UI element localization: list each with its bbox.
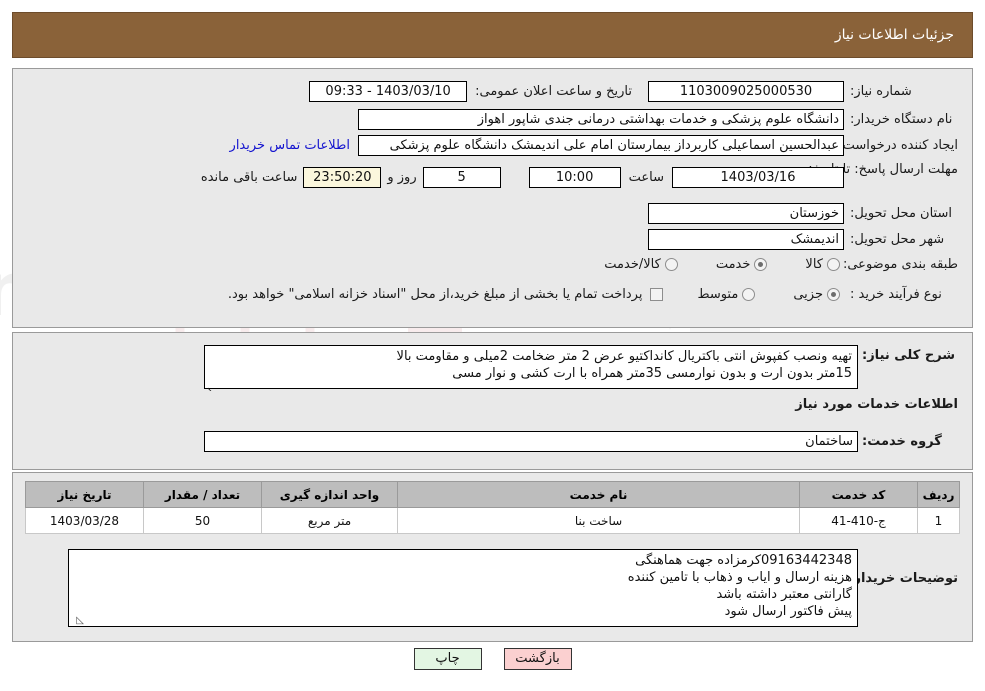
service-group-value: ساختمان bbox=[204, 431, 858, 452]
countdown-value: 23:50:20 bbox=[303, 167, 382, 188]
description-resize-grip[interactable]: ◺ bbox=[208, 379, 220, 391]
description-textarea[interactable]: تهیه ونصب کفپوش انتی باکتریال کانداکتیو … bbox=[204, 345, 858, 389]
page-title: جزئیات اطلاعات نیاز bbox=[834, 27, 954, 43]
section-title-row: اطلاعات خدمات مورد نیاز bbox=[795, 397, 958, 412]
radio-kala[interactable] bbox=[827, 258, 840, 271]
days-remaining-value: 5 bbox=[422, 167, 501, 188]
deadline-label: مهلت ارسال پاسخ: تا تاریخ: bbox=[808, 162, 958, 177]
service-info-panel: شرح کلی نیاز: تهیه ونصب کفپوش انتی باکتر… bbox=[12, 332, 973, 470]
radio-motavaset[interactable] bbox=[742, 288, 756, 301]
city-label: شهر محل تحویل: bbox=[850, 232, 945, 247]
col-need-date: تاریخ نیاز bbox=[25, 481, 144, 508]
radio-jozei[interactable] bbox=[827, 288, 840, 301]
service-group-label: گروه خدمت: bbox=[862, 434, 942, 449]
process-option-jozei[interactable]: جزیی bbox=[789, 287, 840, 302]
col-unit: واحد اندازه گیری bbox=[261, 481, 398, 508]
announce-value: 1403/03/10 - 09:33 bbox=[309, 81, 468, 102]
items-panel: ردیف کد خدمت نام خدمت واحد اندازه گیری ت… bbox=[12, 472, 973, 642]
need-number-label: شماره نیاز: bbox=[850, 84, 912, 99]
province-label: استان محل تحویل: bbox=[850, 206, 952, 221]
buyer-org-label: نام دستگاه خریدار: bbox=[850, 112, 953, 127]
print-button[interactable]: چاپ bbox=[413, 648, 482, 670]
city-value: اندیمشک bbox=[648, 229, 844, 250]
description-label: شرح کلی نیاز: bbox=[862, 348, 956, 363]
process-option-motavaset-label: متوسط bbox=[697, 287, 739, 302]
table-header-row: ردیف کد خدمت نام خدمت واحد اندازه گیری ت… bbox=[25, 481, 960, 508]
description-row: شرح کلی نیاز: تهیه ونصب کفپوش انتی باکتر… bbox=[204, 345, 958, 391]
category-option-kala[interactable]: کالا bbox=[801, 257, 840, 272]
creator-row: ایجاد کننده درخواست: عبدالحسین اسماعیلی … bbox=[230, 135, 958, 156]
service-group-row: گروه خدمت: ساختمان bbox=[204, 431, 958, 452]
announce-row: تاریخ و ساعت اعلان عمومی: 1403/03/10 - 0… bbox=[309, 81, 632, 102]
cell-service-code: ج-410-41 bbox=[799, 507, 918, 534]
deadline-row: 1403/03/16 ساعت 10:00 5 روز و 23:50:20 س… bbox=[201, 167, 844, 188]
col-quantity: تعداد / مقدار bbox=[143, 481, 262, 508]
category-row: طبقه بندی موضوعی: کالا خدمت کالا/خدمت bbox=[600, 257, 958, 272]
buyer-org-value: دانشگاه علوم پزشکی و خدمات بهداشتی درمان… bbox=[358, 109, 844, 130]
process-label: نوع فرآیند خرید : bbox=[850, 287, 942, 302]
category-option-khedmat-label: خدمت bbox=[715, 257, 751, 272]
buyer-notes-textarea[interactable]: 09163442348کرمزاده جهت هماهنگی هزینه ارس… bbox=[68, 549, 858, 627]
service-section-title: اطلاعات خدمات مورد نیاز bbox=[795, 397, 958, 412]
header-bar: جزئیات اطلاعات نیاز bbox=[12, 12, 973, 58]
cell-row-no: 1 bbox=[917, 507, 960, 534]
deadline-date: 1403/03/16 bbox=[672, 167, 844, 188]
category-option-khedmat[interactable]: خدمت bbox=[712, 257, 768, 272]
need-info-panel: شماره نیاز: 1103009025000530 تاریخ و ساع… bbox=[12, 68, 973, 328]
buyer-notes-resize-grip[interactable]: ◺ bbox=[72, 615, 84, 627]
need-number-row: شماره نیاز: 1103009025000530 bbox=[648, 81, 958, 102]
radio-kala-khedmat[interactable] bbox=[664, 258, 678, 271]
category-option-kala-khedmat-label: کالا/خدمت bbox=[604, 257, 661, 272]
creator-value: عبدالحسین اسماعیلی کاربرداز بیمارستان ام… bbox=[358, 135, 844, 156]
process-row: نوع فرآیند خرید : جزیی متوسط پرداخت تمام… bbox=[224, 287, 958, 302]
need-number-value: 1103009025000530 bbox=[648, 81, 844, 102]
province-value: خوزستان bbox=[648, 203, 844, 224]
table-row: 1 ج-410-41 ساخت بنا متر مربع 50 1403/03/… bbox=[25, 507, 960, 534]
buyer-contact-link[interactable]: اطلاعات تماس خریدار bbox=[230, 138, 350, 153]
province-row: استان محل تحویل: خوزستان bbox=[648, 203, 958, 224]
cell-service-name: ساخت بنا bbox=[397, 507, 800, 534]
treasury-note-label: پرداخت تمام یا بخشی از مبلغ خرید،از محل … bbox=[227, 287, 643, 302]
buyer-notes-label: توضیحات خریدار: bbox=[848, 571, 958, 586]
header: جزئیات اطلاعات نیاز bbox=[12, 12, 973, 58]
items-table: ردیف کد خدمت نام خدمت واحد اندازه گیری ت… bbox=[25, 481, 960, 534]
category-option-kala-label: کالا bbox=[805, 257, 823, 272]
city-row: شهر محل تحویل: اندیمشک bbox=[648, 229, 958, 250]
cell-unit: متر مربع bbox=[261, 507, 398, 534]
buyer-org-row: نام دستگاه خریدار: دانشگاه علوم پزشکی و … bbox=[358, 109, 958, 130]
col-row-no: ردیف bbox=[917, 481, 960, 508]
process-option-motavaset[interactable]: متوسط bbox=[693, 287, 756, 302]
days-label: روز و bbox=[387, 170, 417, 185]
col-service-name: نام خدمت bbox=[397, 481, 800, 508]
items-table-wrap: ردیف کد خدمت نام خدمت واحد اندازه گیری ت… bbox=[25, 481, 960, 534]
cell-need-date: 1403/03/28 bbox=[25, 507, 144, 534]
announce-label: تاریخ و ساعت اعلان عمومی: bbox=[475, 84, 632, 99]
hour-label: ساعت bbox=[628, 170, 664, 185]
back-button[interactable]: بازگشت bbox=[503, 648, 572, 670]
page-root: AriaTender.net roT جزئیات اطلاعات نیاز ش… bbox=[0, 0, 985, 691]
treasury-checkbox[interactable] bbox=[650, 288, 664, 301]
treasury-note-wrap[interactable]: پرداخت تمام یا بخشی از مبلغ خرید،از محل … bbox=[224, 287, 664, 302]
category-option-kala-khedmat[interactable]: کالا/خدمت bbox=[600, 257, 678, 272]
deadline-label-wrap: مهلت ارسال پاسخ: تا تاریخ: bbox=[808, 161, 958, 178]
col-service-code: کد خدمت bbox=[799, 481, 918, 508]
countdown-label: ساعت باقی مانده bbox=[200, 170, 298, 185]
buyer-notes-row: توضیحات خریدار: 09163442348کرمزاده جهت ه… bbox=[68, 549, 958, 627]
action-buttons: بازگشت چاپ bbox=[0, 648, 985, 670]
process-option-jozei-label: جزیی bbox=[793, 287, 823, 302]
category-label: طبقه بندی موضوعی: bbox=[842, 257, 958, 272]
deadline-time: 10:00 bbox=[528, 167, 621, 188]
creator-label: ایجاد کننده درخواست: bbox=[838, 138, 958, 153]
radio-khedmat[interactable] bbox=[754, 258, 768, 271]
cell-quantity: 50 bbox=[143, 507, 262, 534]
